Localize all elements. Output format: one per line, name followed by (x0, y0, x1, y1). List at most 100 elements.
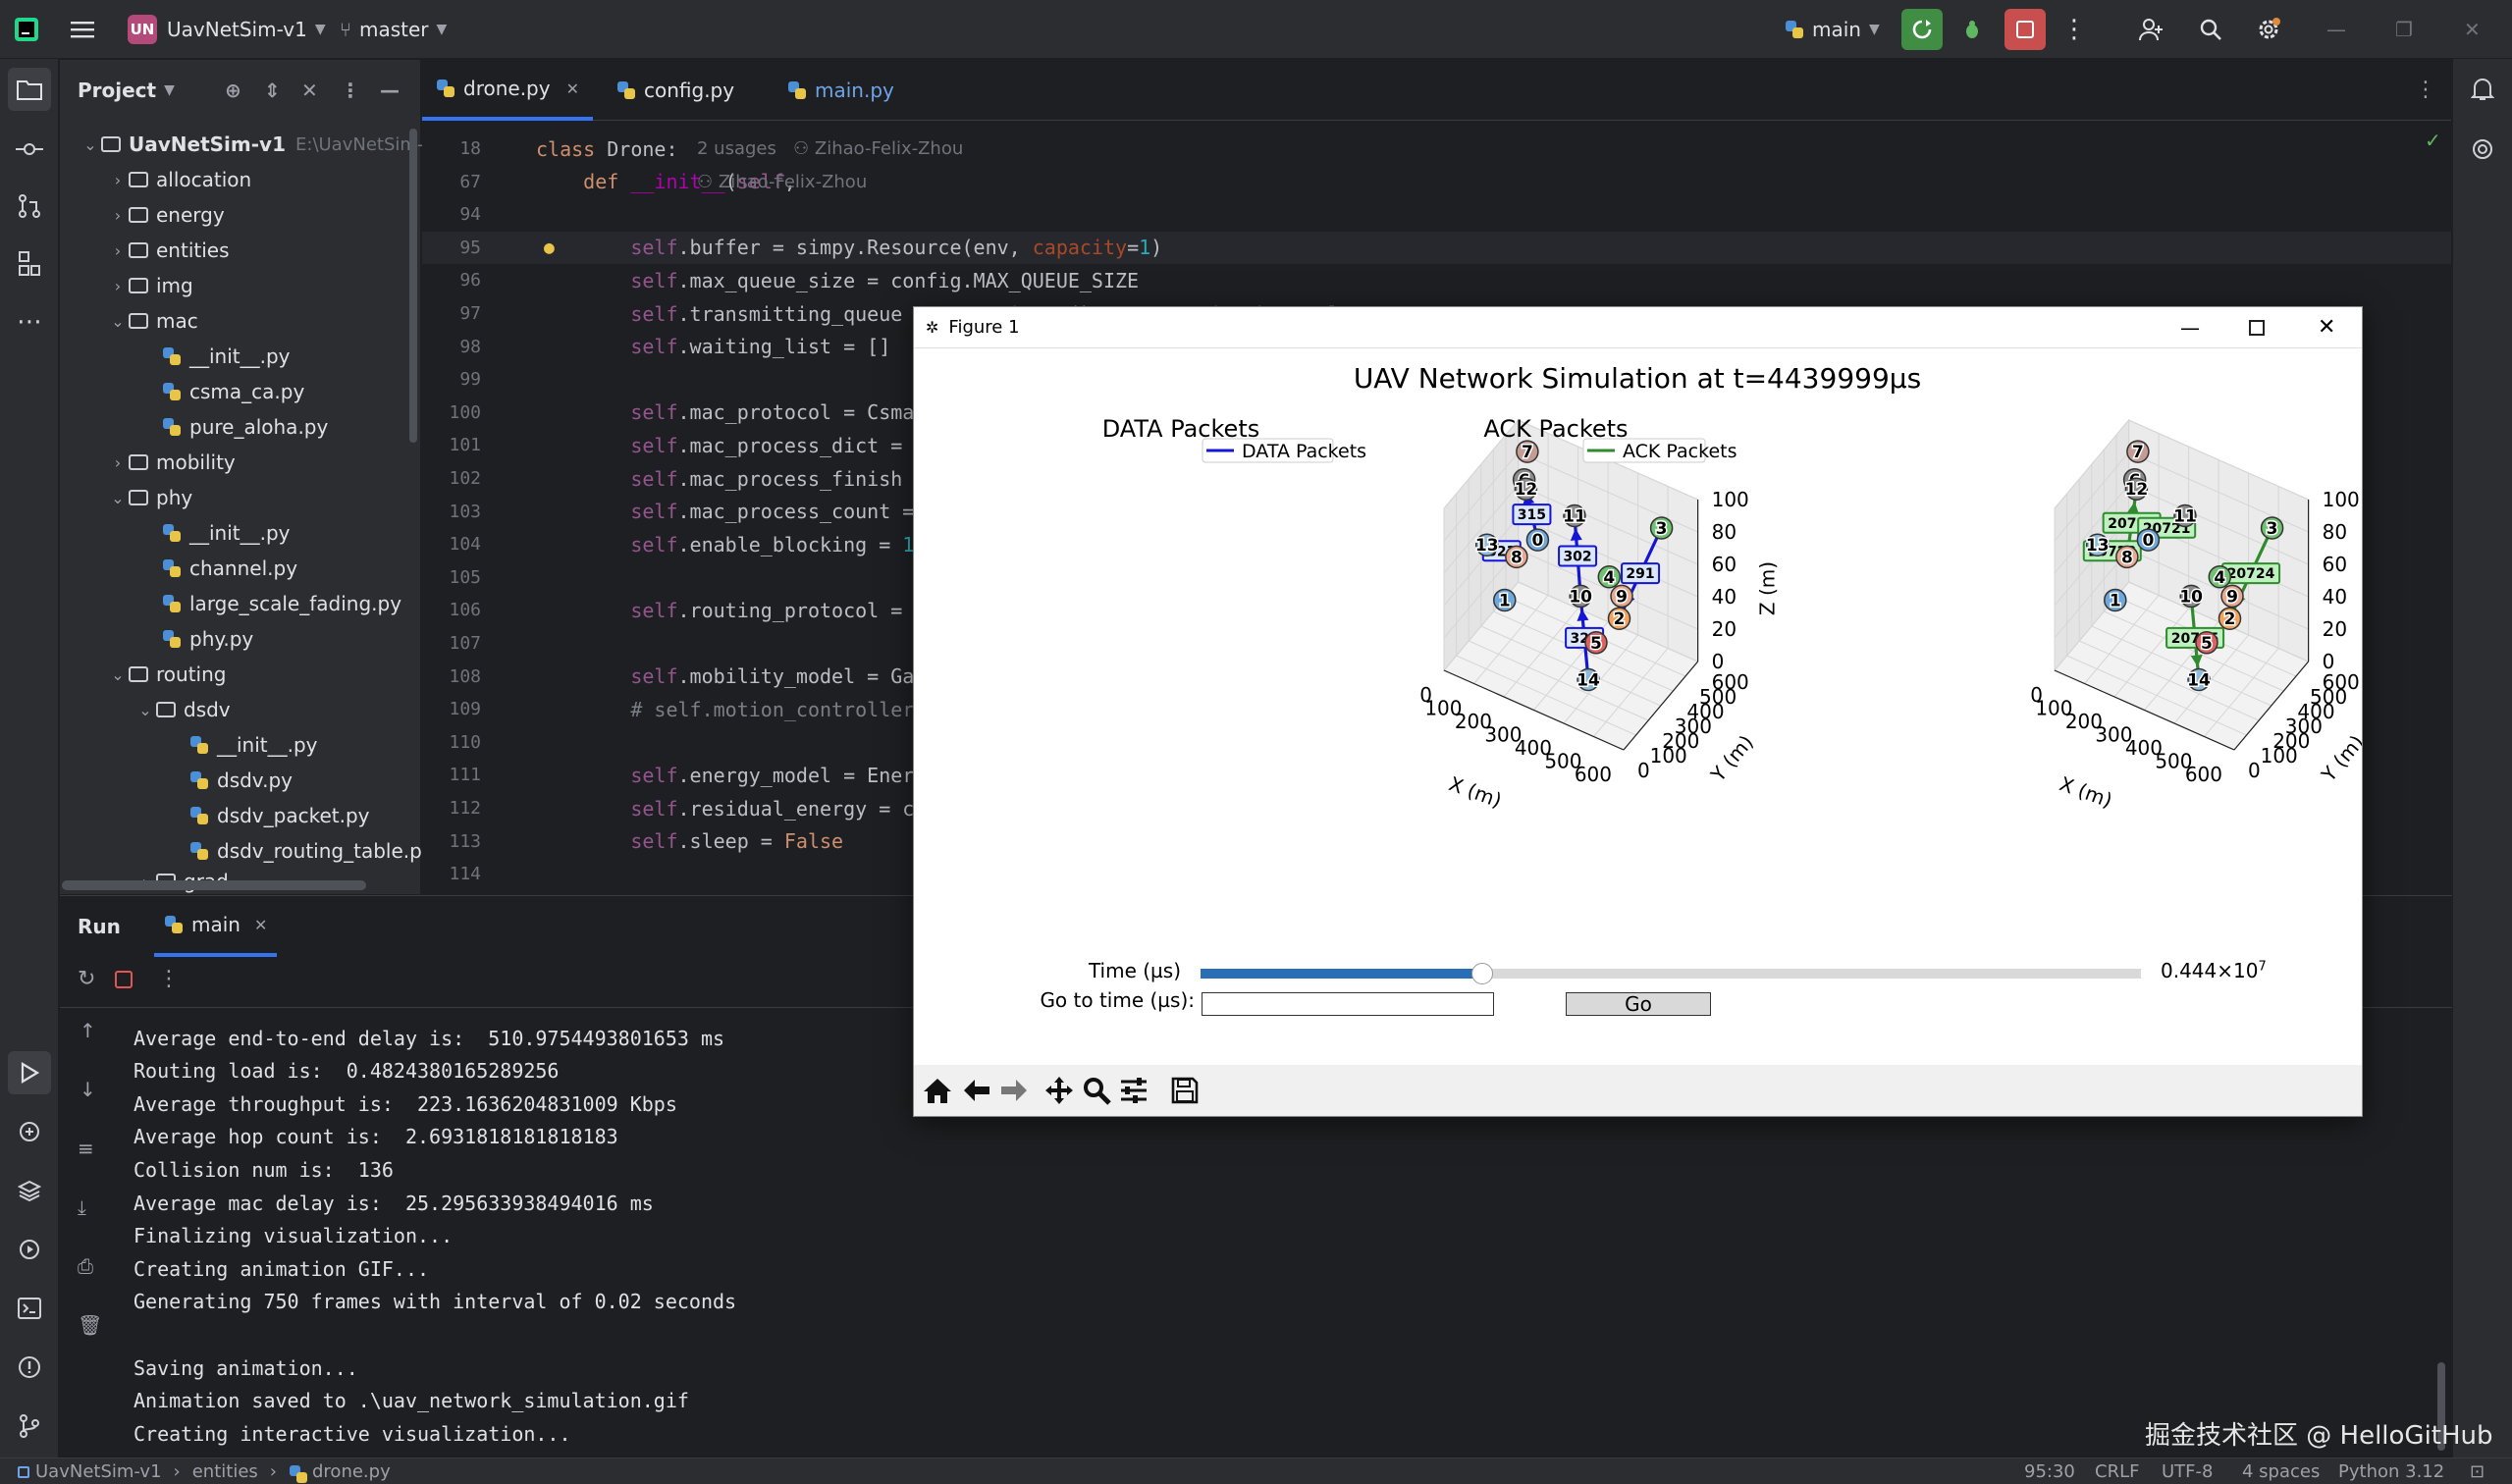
more-actions-icon[interactable]: ⋮ (2054, 9, 2095, 50)
chevron-right-icon[interactable]: › (107, 453, 129, 472)
chevron-right-icon[interactable]: › (107, 277, 129, 295)
figure-titlebar[interactable]: ✲ Figure 1 — ✕ (914, 307, 2362, 348)
stop-button[interactable] (2004, 9, 2046, 50)
time-slider-handle[interactable] (1471, 963, 1494, 984)
tree-folder[interactable]: ⌄ phy (107, 480, 192, 515)
tree-file[interactable]: __init__.py (162, 515, 291, 551)
code-line[interactable]: 95 ● self.buffer = simpy.Resource(env, ca… (422, 231, 2451, 264)
data-packets-plot[interactable]: 0100200300400500600 010020030040050060002… (1102, 415, 1780, 813)
close-icon[interactable]: ✕ (2464, 0, 2481, 59)
inspection-ok-icon[interactable]: ✓ (2425, 129, 2441, 152)
figure-canvas[interactable]: UAV Network Simulation at t=4439999µs 01… (914, 348, 2362, 1065)
debug-icon[interactable] (1951, 9, 1993, 50)
tree-file[interactable]: pure_aloha.py (162, 409, 328, 445)
indent-setting[interactable]: 4 spaces (2242, 1458, 2320, 1484)
ide-logo-icon[interactable] (14, 0, 39, 59)
goto-time-input[interactable] (1202, 992, 1494, 1016)
tree-folder[interactable]: › entities (107, 233, 230, 268)
locate-icon[interactable]: ⊕ (225, 79, 241, 102)
chevron-down-icon[interactable]: ⌄ (80, 135, 101, 154)
tree-file[interactable]: csma_ca.py (162, 374, 304, 409)
code-inlay-hint[interactable]: 2 usages ⚇ Zihao-Felix-Zhou (697, 138, 963, 159)
breadcrumb-item[interactable]: drone.py (312, 1461, 391, 1482)
pan-icon[interactable] (1040, 1071, 1079, 1110)
tree-file[interactable]: dsdv_packet.py (189, 798, 370, 833)
commit-icon[interactable] (8, 128, 51, 171)
close-tab-icon[interactable]: ✕ (566, 80, 579, 98)
caret-position[interactable]: 95:30 (2024, 1458, 2075, 1484)
collapse-all-icon[interactable]: ✕ (301, 79, 318, 102)
zoom-icon[interactable] (1077, 1071, 1116, 1110)
time-slider-track[interactable] (1201, 963, 2141, 984)
more-tools-icon[interactable]: ⋯ (8, 300, 51, 344)
forward-icon[interactable] (994, 1071, 1034, 1110)
configure-icon[interactable] (1114, 1071, 1153, 1110)
print-icon[interactable]: ⎙ (78, 1254, 93, 1278)
chevron-right-icon[interactable]: › (107, 241, 129, 260)
problems-icon[interactable] (8, 1346, 51, 1389)
options-icon[interactable]: ⋮ (341, 79, 360, 102)
run-tab-main[interactable]: main ✕ (154, 896, 278, 957)
scroll-up-icon[interactable]: ↑ (80, 1019, 96, 1042)
minimize-icon[interactable]: — (2326, 0, 2346, 59)
go-button[interactable]: Go (1566, 992, 1711, 1016)
code-line[interactable]: 67 def __init__(self, ⚇ Zihao-Felix-Zhou (422, 166, 2451, 198)
layers-icon[interactable] (8, 1169, 51, 1212)
maximize-icon[interactable]: ❐ (2395, 0, 2413, 59)
tree-folder[interactable]: › mobility (107, 445, 236, 480)
horizontal-scrollbar[interactable] (62, 880, 366, 890)
search-icon[interactable] (2190, 9, 2231, 50)
file-encoding[interactable]: UTF-8 (2162, 1458, 2213, 1484)
main-menu-icon[interactable] (71, 0, 94, 59)
line-separator[interactable]: CRLF (2095, 1458, 2139, 1484)
settings-gear-icon[interactable] (2248, 9, 2289, 50)
stop-icon[interactable] (115, 971, 133, 988)
run-config-selector[interactable]: main ▼ (1785, 0, 1880, 59)
close-tab-icon[interactable]: ✕ (254, 916, 267, 934)
soft-wrap-icon[interactable]: ≡ (78, 1137, 94, 1160)
notifications-bell-icon[interactable] (2461, 68, 2504, 111)
chevron-down-icon[interactable]: ⌄ (107, 665, 129, 684)
lock-icon[interactable]: ⊡ (2470, 1458, 2485, 1484)
chevron-down-icon[interactable]: ⌄ (107, 489, 129, 507)
tree-file[interactable]: phy.py (162, 621, 253, 657)
python-packages-icon[interactable] (8, 1110, 51, 1153)
tree-file[interactable]: dsdv_routing_table.py (189, 833, 434, 869)
home-icon[interactable] (918, 1071, 957, 1110)
branch-selector[interactable]: ⑂ master ▼ (340, 0, 447, 59)
vertical-scrollbar[interactable] (409, 129, 417, 443)
rerun-icon[interactable]: ↻ (78, 967, 95, 991)
tree-folder[interactable]: ⌄ mac (107, 303, 197, 339)
maximize-icon[interactable] (2249, 319, 2265, 336)
tree-folder[interactable]: › allocation (107, 162, 251, 197)
scroll-down-icon[interactable]: ↓ (80, 1078, 96, 1101)
save-icon[interactable] (1165, 1071, 1204, 1110)
add-user-icon[interactable] (2130, 9, 2171, 50)
back-icon[interactable] (957, 1071, 996, 1110)
tree-file[interactable]: dsdv.py (189, 763, 293, 798)
breadcrumb-item[interactable]: entities (192, 1461, 258, 1482)
chevron-right-icon[interactable]: › (107, 171, 129, 189)
project-selector[interactable]: UN UavNetSim-v1 ▼ (128, 0, 326, 59)
tree-folder[interactable]: ⌄ dsdv (134, 692, 230, 727)
tab-main-py[interactable]: main.py (774, 60, 908, 121)
interpreter[interactable]: Python 3.12 (2338, 1458, 2444, 1484)
project-folder-icon[interactable] (8, 68, 51, 111)
tree-folder[interactable]: › energy (107, 197, 225, 233)
hide-panel-icon[interactable]: — (380, 79, 400, 102)
chevron-right-icon[interactable]: › (107, 206, 129, 225)
code-line[interactable]: 96 self.max_queue_size = config.MAX_QUEU… (422, 264, 2451, 296)
code-line[interactable]: 94 (422, 198, 2451, 231)
chevron-down-icon[interactable]: ⌄ (134, 701, 156, 719)
project-panel-title[interactable]: Project (78, 79, 156, 102)
pull-request-icon[interactable] (8, 185, 51, 228)
tree-root[interactable]: ⌄ UavNetSim-v1 E:\UavNetSim-v1 (80, 127, 445, 162)
chevron-down-icon[interactable]: ⌄ (107, 312, 129, 331)
code-inlay-hint[interactable]: ⚇ Zihao-Felix-Zhou (697, 172, 867, 192)
breadcrumb-item[interactable]: UavNetSim-v1 (35, 1461, 162, 1482)
tree-folder[interactable]: ⌄ routing (107, 657, 226, 692)
run-panel-title[interactable]: Run (78, 896, 121, 957)
tab-config-py[interactable]: config.py (603, 60, 748, 121)
terminal-icon[interactable] (8, 1287, 51, 1330)
tree-file[interactable]: large_scale_fading.py (162, 586, 401, 621)
